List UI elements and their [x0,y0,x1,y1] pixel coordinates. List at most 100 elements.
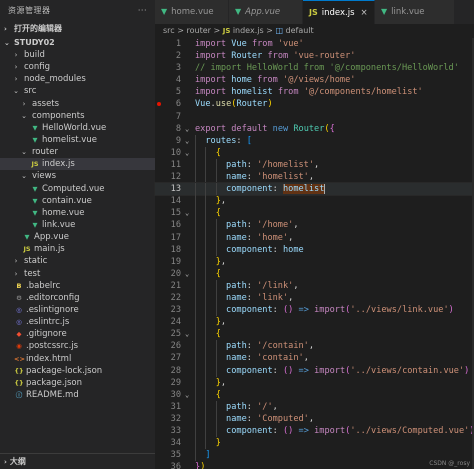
tree-item[interactable]: ◆ .gitignore [0,328,155,340]
tree-item[interactable]: JS main.js [0,243,155,255]
code-editor[interactable]: 1 import Vue from 'vue' 2 import Router fro… [154,38,474,469]
code-text: { [195,389,221,401]
outline-section[interactable]: › 大纲 [0,453,155,469]
fold-chevron-icon[interactable]: ⌄ [185,328,193,340]
js-file-icon: JS [23,245,31,254]
code-text: { [195,328,221,340]
code-line[interactable]: 21 path: '/link', [155,279,474,292]
tree-item[interactable]: ◉ .postcssrc.js [0,340,155,352]
tree-item[interactable]: ▼ HelloWorld.vue [0,122,155,134]
fold-chevron-icon[interactable]: ⌄ [185,389,193,401]
tree-item[interactable]: › config [0,61,155,73]
tree-item[interactable]: <> index.html [0,353,155,365]
code-line[interactable]: 3 // import HelloWorld from '@/components… [155,62,474,74]
code-line[interactable]: 13 component: homelist [154,182,474,197]
code-line[interactable]: 18 component: home [155,243,474,256]
close-icon[interactable]: × [361,8,368,18]
code-text: import Vue from 'vue' [195,38,304,50]
tab-home-vue[interactable]: ▼ home.vue [155,0,229,24]
tree-item[interactable]: ⌄ components [0,110,155,122]
tree-item[interactable]: JS index.js [0,158,155,171]
breadcrumb-item[interactable]: src [163,26,175,35]
code-line[interactable]: 30 ⌄ { [155,388,474,401]
project-section[interactable]: ⌄ STUDY02 [0,36,155,49]
code-line[interactable]: 11 path: '/homelist', [155,158,474,172]
tree-item[interactable]: ▼ contain.vue [0,195,155,207]
code-line[interactable]: 36}) [155,461,474,469]
fold-chevron-icon[interactable]: ⌄ [185,207,193,219]
code-line[interactable]: 9 ⌄ routes: [ [155,134,474,147]
code-line[interactable]: 16 path: '/home', [155,219,474,232]
tab-app-vue[interactable]: ▼ App.vue [229,0,303,24]
tree-item[interactable]: › assets [0,98,155,110]
code-token: , [308,172,315,183]
code-line[interactable]: 4 import home from '@/views/home' [155,74,474,86]
tree-item[interactable]: › test [0,268,155,280]
fold-chevron-icon[interactable]: ⌄ [185,147,193,159]
breadcrumb-item[interactable]: index.js [233,26,264,35]
tab-index-js[interactable]: JS index.js × [303,0,375,24]
code-token: 'home' [257,232,289,243]
open-editors-section[interactable]: › 打开的编辑器 [0,22,155,35]
code-line[interactable]: 7 [155,111,474,123]
tree-item[interactable]: › node_modules [0,73,155,85]
tree-item[interactable]: ⌄ src [0,85,155,97]
tree-item[interactable]: › build [0,49,155,61]
code-line[interactable]: 15 ⌄ { [155,207,474,220]
tree-item[interactable]: {} package.json [0,377,155,389]
code-line[interactable]: 14 }, [155,195,474,208]
code-line[interactable]: 23 component: () => import('../views/lin… [155,304,474,317]
tree-item-label: link.vue [42,219,76,230]
fold-chevron-icon[interactable]: ⌄ [185,123,193,135]
code-line[interactable]: 19 }, [155,255,474,268]
code-line[interactable]: 31 path: '/', [155,400,474,413]
code-token: 'link' [257,292,289,303]
breadcrumb-item[interactable]: default [286,26,314,35]
tree-item[interactable]: ▼ link.vue [0,219,155,231]
code-line[interactable]: 28 component: () => import('../views/con… [155,364,474,377]
code-line[interactable]: 2 import Router from 'vue-router' [155,50,474,62]
code-token: , [308,413,315,424]
tree-item[interactable]: ▼ home.vue [0,207,155,219]
code-line[interactable]: 35 ] [155,449,474,462]
code-line[interactable]: 27 name: 'contain', [155,352,474,365]
tree-item[interactable]: ⚙ .editorconfig [0,292,155,304]
tree-item[interactable]: {} package-lock.json [0,365,155,377]
code-line[interactable]: 17 name: 'home', [155,231,474,244]
code-line[interactable]: 1 import Vue from 'vue' [155,38,474,50]
tree-item[interactable]: ▼ homelist.vue [0,134,155,146]
code-line[interactable]: 24 }, [155,316,474,329]
code-text: import Router from 'vue-router' [195,50,355,62]
code-line[interactable]: 20 ⌄ { [155,267,474,280]
breadcrumb-item[interactable]: router [186,26,210,35]
code-line[interactable]: 22 name: 'link', [155,291,474,305]
line-number: 18 [170,244,181,255]
fold-chevron-icon[interactable]: ⌄ [185,135,193,147]
tree-item[interactable]: ⌄ views [0,170,155,182]
code-line[interactable]: 34 } [155,437,474,450]
more-actions-icon[interactable]: ··· [138,0,147,22]
code-line[interactable]: 8 ⌄ export default new Router({ [155,123,474,135]
tree-item[interactable]: B .babelrc [0,280,155,292]
tab-link-vue[interactable]: ▼ link.vue [375,0,455,24]
code-line[interactable]: 26 path: '/contain', [155,340,474,353]
tree-item[interactable]: ⓘ README.md [0,389,155,401]
code-line[interactable]: 32 name: 'Computed', [155,412,474,425]
code-line[interactable]: 33 component: () => import('../views/Com… [155,425,474,438]
code-line[interactable]: 12 name: 'homelist', [155,171,474,184]
tree-item[interactable]: ▼ Computed.vue [0,183,155,195]
tree-item[interactable]: ▼ App.vue [0,231,155,243]
code-line[interactable]: 10 ⌄ { [155,146,474,159]
code-line[interactable]: 29 }, [155,376,474,389]
code-line[interactable]: 25 ⌄ { [155,328,474,341]
tree-item[interactable]: ◎ .eslintignore [0,304,155,316]
code-line[interactable]: 5 import homelist from '@/components/home… [155,86,474,98]
vue-file-icon: ▼ [32,208,38,217]
code-line[interactable]: 6 Vue.use(Router) [155,98,474,110]
tree-item[interactable]: › static [0,255,155,267]
tree-item-label: package.json [26,377,82,388]
tree-item[interactable]: ◎ .eslintrc.js [0,316,155,328]
fold-chevron-icon[interactable]: ⌄ [185,268,193,280]
tree-item[interactable]: ⌄ router [0,146,155,158]
line-number: 29 [170,377,181,388]
